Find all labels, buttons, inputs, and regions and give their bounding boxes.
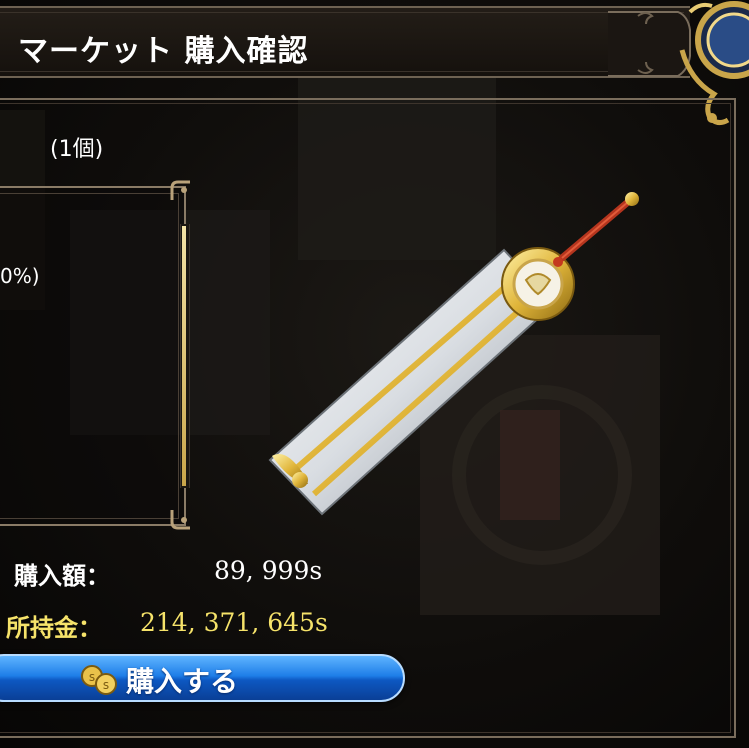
price-label: 購入額：: [14, 562, 110, 590]
purchase-button-label[interactable]: 購入する: [126, 660, 238, 700]
svg-text:s: s: [103, 678, 109, 692]
coins-icon: s s: [81, 665, 117, 695]
page-title: マーケット 購入確認: [18, 34, 309, 69]
detail-box-corner-ornament: [170, 510, 190, 530]
funds-label: 所持金：: [6, 614, 102, 642]
svg-text:s: s: [89, 670, 95, 684]
detail-box-corner-ornament: [170, 180, 190, 200]
price-value: 89, 999s: [214, 556, 323, 585]
title-bar: マーケット 購入確認: [0, 6, 690, 78]
item-quantity: (1個): [50, 137, 104, 162]
two-handed-sword-icon: [268, 192, 639, 516]
detail-scrollbar-thumb[interactable]: [182, 226, 186, 486]
funds-value: 214, 371, 645s: [140, 608, 328, 637]
item-stat-fragment: 0%): [0, 264, 40, 288]
item-detail-box: [0, 186, 186, 526]
